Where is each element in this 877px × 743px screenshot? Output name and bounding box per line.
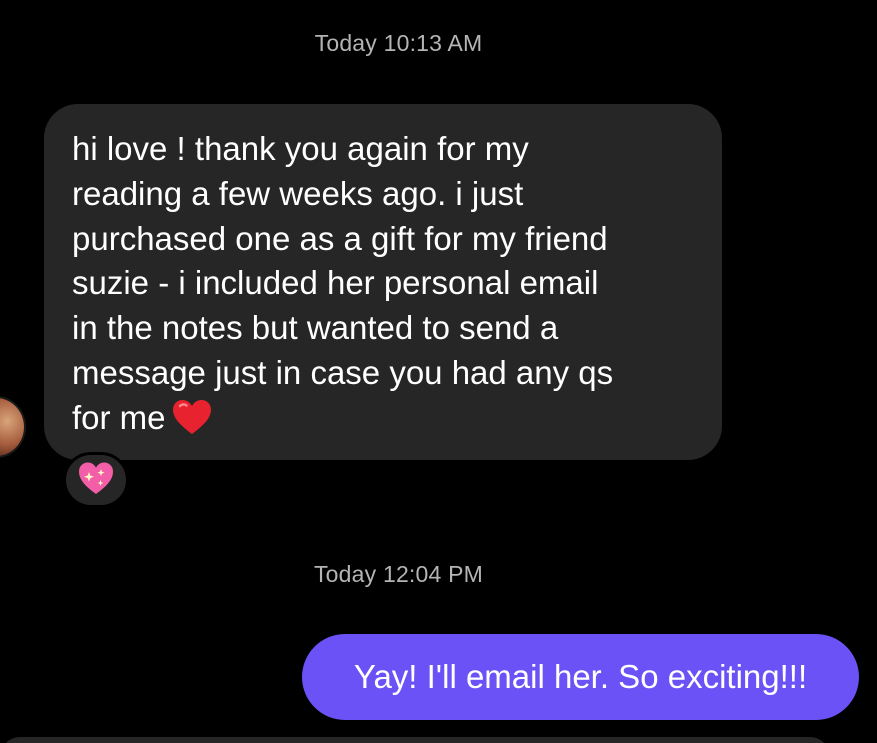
incoming-message-text: hi love ! thank you again for my reading… <box>72 130 614 436</box>
message-composer[interactable] <box>0 737 830 743</box>
message-thread: Today 10:13 AM hi love ! thank you again… <box>0 0 877 743</box>
red-heart-icon <box>172 399 212 447</box>
sparkling-heart-icon <box>77 460 115 501</box>
message-reaction[interactable] <box>63 452 129 508</box>
incoming-message-bubble[interactable]: hi love ! thank you again for my reading… <box>44 104 722 460</box>
avatar[interactable] <box>0 396 26 458</box>
outgoing-message-text: Yay! I'll email her. So exciting!!! <box>353 658 808 695</box>
timestamp: Today 12:04 PM <box>313 561 483 587</box>
outgoing-message-bubble[interactable]: Yay! I'll email her. So exciting!!! <box>302 634 859 720</box>
timestamp: Today 10:13 AM <box>314 30 483 56</box>
